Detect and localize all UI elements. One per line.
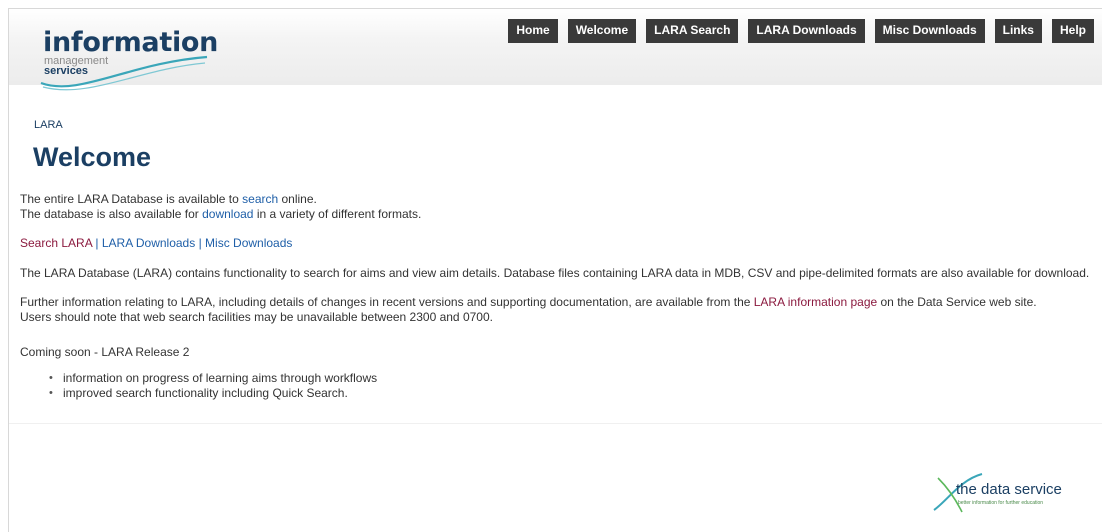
site-header: information management services Home Wel… bbox=[9, 9, 1102, 91]
lara-info-page-link[interactable]: LARA information page bbox=[754, 295, 877, 309]
data-service-text: the data service bbox=[956, 481, 1062, 498]
footer-divider bbox=[9, 423, 1102, 424]
intro-text: online. bbox=[278, 192, 317, 206]
link-separator: | bbox=[195, 236, 206, 250]
misc-downloads-link[interactable]: Misc Downloads bbox=[205, 236, 292, 250]
data-service-tagline: better information for further education bbox=[958, 500, 1044, 506]
download-link[interactable]: download bbox=[202, 207, 253, 221]
nav-lara-search[interactable]: LARA Search bbox=[646, 19, 739, 43]
intro-text: The entire LARA Database is available to bbox=[20, 192, 243, 206]
main-nav: Home Welcome LARA Search LARA Downloads … bbox=[508, 19, 1094, 43]
link-separator: | bbox=[92, 236, 102, 250]
further-text: on the Data Service web site. bbox=[877, 295, 1037, 309]
nav-misc-downloads[interactable]: Misc Downloads bbox=[874, 19, 985, 43]
nav-lara-downloads[interactable]: LARA Downloads bbox=[748, 19, 865, 43]
list-item: information on progress of learning aims… bbox=[49, 371, 377, 386]
data-service-logo[interactable]: the data service better information for … bbox=[930, 470, 1070, 513]
nav-home[interactable]: Home bbox=[508, 19, 558, 43]
intro-text: in a variety of different formats. bbox=[253, 207, 422, 221]
list-item: improved search functionality including … bbox=[49, 386, 377, 401]
release-features-list: information on progress of learning aims… bbox=[49, 371, 377, 401]
further-text: Further information relating to LARA, in… bbox=[20, 295, 754, 309]
nav-help[interactable]: Help bbox=[1051, 19, 1094, 43]
lara-downloads-link[interactable]: LARA Downloads bbox=[102, 236, 195, 250]
further-info-paragraph: Further information relating to LARA, in… bbox=[20, 295, 1037, 325]
ims-logo[interactable]: information management services bbox=[40, 27, 218, 91]
nav-links[interactable]: Links bbox=[994, 19, 1042, 43]
breadcrumb: LARA bbox=[34, 119, 63, 131]
search-lara-link[interactable]: Search LARA bbox=[20, 236, 92, 250]
nav-welcome[interactable]: Welcome bbox=[567, 19, 637, 43]
description-paragraph: The LARA Database (LARA) contains functi… bbox=[20, 266, 1090, 280]
page-title: Welcome bbox=[33, 142, 152, 172]
availability-note: Users should note that web search facili… bbox=[20, 310, 493, 324]
coming-soon-heading: Coming soon - LARA Release 2 bbox=[20, 345, 190, 359]
intro-text: The database is also available for bbox=[20, 207, 203, 221]
logo-swoosh-icon bbox=[40, 55, 208, 91]
intro-paragraph: The entire LARA Database is available to… bbox=[20, 192, 421, 222]
quick-links: Search LARA | LARA Downloads | Misc Down… bbox=[20, 236, 292, 251]
search-link[interactable]: search bbox=[242, 192, 278, 206]
